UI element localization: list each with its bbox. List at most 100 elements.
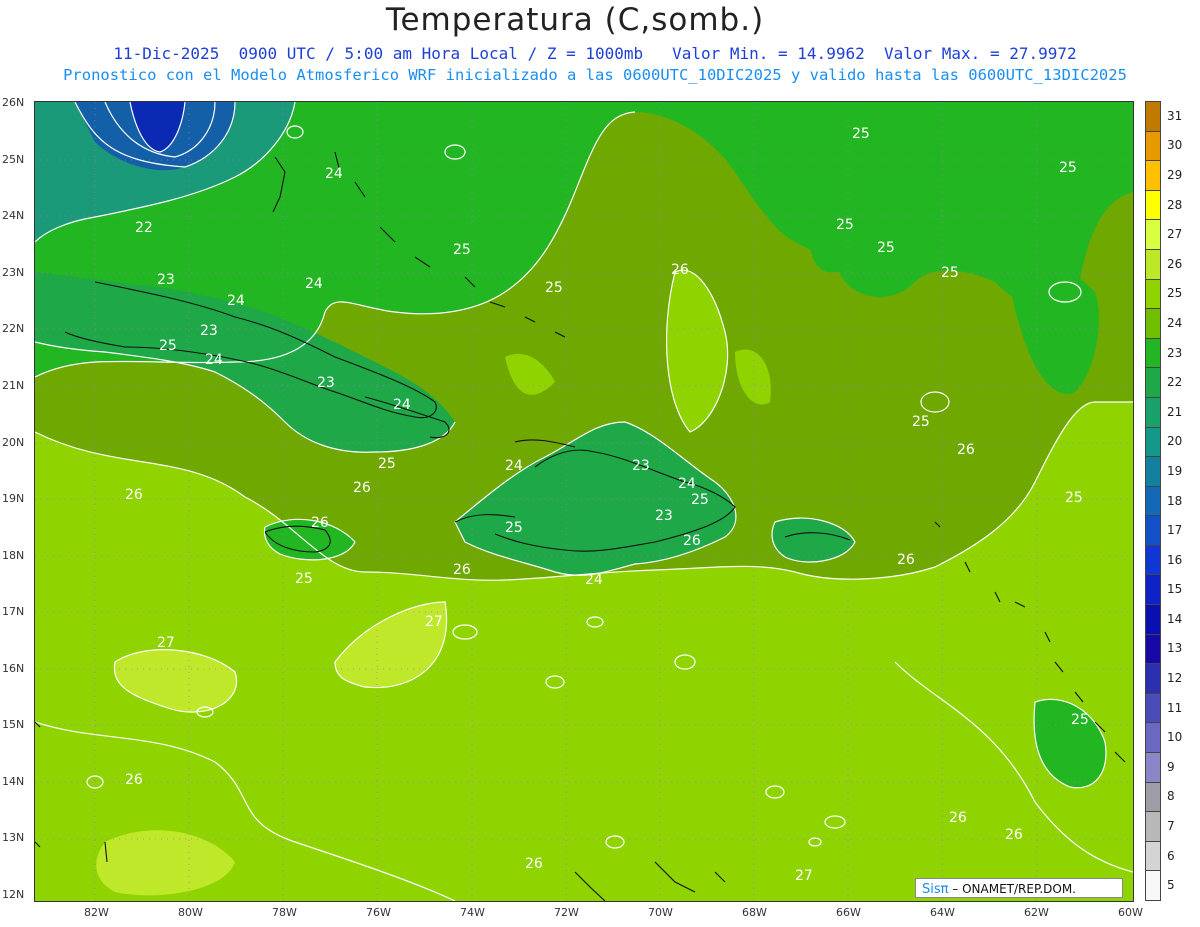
colorbar-label: 5 (1167, 878, 1175, 893)
colorbar-label: 13 (1167, 641, 1183, 656)
contour-label: 25 (836, 217, 854, 233)
contour-label: 24 (585, 572, 603, 588)
lon-label: 78W (272, 906, 297, 919)
contour-label: 25 (295, 571, 313, 587)
contour-label: 23 (632, 458, 650, 474)
colorbar-cell (1145, 308, 1161, 339)
lat-label: 20N (2, 436, 25, 449)
contour-label: 24 (393, 397, 411, 413)
contour-label: 25 (505, 520, 523, 536)
colorbar-cell (1145, 367, 1161, 398)
contour-label: 26 (525, 856, 543, 872)
colorbar-cell (1145, 160, 1161, 191)
contour-label: 26 (683, 533, 701, 549)
subtitle-model-info: Pronostico con el Modelo Atmosferico WRF… (63, 66, 1127, 84)
colorbar-label: 14 (1167, 611, 1183, 626)
colorbar-label: 17 (1167, 523, 1183, 538)
subtitle-date-range: 11-Dic-2025 0900 UTC / 5:00 am Hora Loca… (113, 44, 1077, 63)
contour-label: 25 (545, 280, 563, 296)
attribution-text: – ONAMET/REP.DOM. (948, 882, 1076, 896)
lon-label: 60W (1118, 906, 1143, 919)
contour-label: 25 (1065, 490, 1083, 506)
lat-label: 18N (2, 549, 25, 562)
contour-label: 26 (957, 442, 975, 458)
colorbar-cell (1145, 396, 1161, 428)
contour-label: 26 (1005, 827, 1023, 843)
contour-label: 23 (157, 272, 175, 288)
colorbar-label: 18 (1167, 493, 1183, 508)
lat-label: 22N (2, 322, 25, 335)
colorbar-label: 6 (1167, 848, 1175, 863)
lat-label: 15N (2, 718, 25, 731)
colorbar-label: 24 (1167, 315, 1183, 330)
contour-label: 24 (205, 352, 223, 368)
contour-label: 25 (912, 414, 930, 430)
contour-label: 25 (1059, 160, 1077, 176)
colorbar-label: 19 (1167, 463, 1183, 478)
contour-label: 27 (425, 614, 443, 630)
colorbar-label: 20 (1167, 434, 1183, 449)
contour-label: 25 (159, 338, 177, 354)
lat-label: 17N (2, 605, 25, 618)
colorbar-cell (1145, 663, 1161, 694)
contour-label: 25 (941, 265, 959, 281)
colorbar (1145, 101, 1161, 901)
colorbar-label: 7 (1167, 819, 1175, 834)
lat-label: 25N (2, 153, 25, 166)
contour-label: 26 (949, 810, 967, 826)
lon-label: 64W (930, 906, 955, 919)
colorbar-label: 10 (1167, 730, 1183, 745)
contour-label: 24 (305, 276, 323, 292)
contour-label: 23 (655, 508, 673, 524)
contour-label: 23 (317, 375, 335, 391)
colorbar-label: 12 (1167, 671, 1183, 686)
lon-label: 74W (460, 906, 485, 919)
contour-label: 25 (453, 242, 471, 258)
colorbar-cell (1145, 752, 1161, 783)
lon-label: 70W (648, 906, 673, 919)
contour-label: 22 (135, 220, 153, 236)
colorbar-label: 16 (1167, 552, 1183, 567)
lon-label: 80W (178, 906, 203, 919)
colorbar-cell (1145, 544, 1161, 576)
colorbar-label: 9 (1167, 759, 1175, 774)
contour-label: 25 (378, 456, 396, 472)
colorbar-cell (1145, 485, 1161, 517)
lon-label: 62W (1024, 906, 1049, 919)
contour-label: 25 (1071, 712, 1089, 728)
contour-label: 24 (325, 166, 343, 182)
lat-label: 14N (2, 775, 25, 788)
lon-label: 82W (84, 906, 109, 919)
colorbar-cell (1145, 840, 1161, 872)
colorbar-label: 29 (1167, 167, 1183, 182)
contour-label: 24 (227, 293, 245, 309)
colorbar-label: 8 (1167, 789, 1175, 804)
contour-label: 26 (671, 262, 689, 278)
lat-label: 24N (2, 209, 25, 222)
colorbar-cell (1145, 870, 1161, 901)
contour-label: 27 (795, 868, 813, 884)
lon-label: 76W (366, 906, 391, 919)
colorbar-label: 21 (1167, 404, 1183, 419)
colorbar-label: 28 (1167, 197, 1183, 212)
colorbar-label: 23 (1167, 345, 1183, 360)
lat-label: 23N (2, 266, 25, 279)
contour-label: 26 (125, 772, 143, 788)
contour-label: 23 (200, 323, 218, 339)
colorbar-cell (1145, 130, 1161, 162)
lat-label: 19N (2, 492, 25, 505)
lat-label: 21N (2, 379, 25, 392)
map-frame: 22 23 23 23 23 23 24 24 24 24 24 24 24 2… (34, 101, 1134, 902)
colorbar-cell (1145, 278, 1161, 310)
lon-label: 68W (742, 906, 767, 919)
contour-label: 26 (353, 480, 371, 496)
colorbar-cell (1145, 811, 1161, 842)
colorbar-cell (1145, 337, 1161, 369)
contour-label: 26 (453, 562, 471, 578)
colorbar-cell (1145, 574, 1161, 606)
colorbar-label: 25 (1167, 286, 1183, 301)
colorbar-cell (1145, 101, 1161, 132)
colorbar-cell (1145, 219, 1161, 250)
contour-label: 24 (678, 476, 696, 492)
colorbar-cell (1145, 722, 1161, 754)
